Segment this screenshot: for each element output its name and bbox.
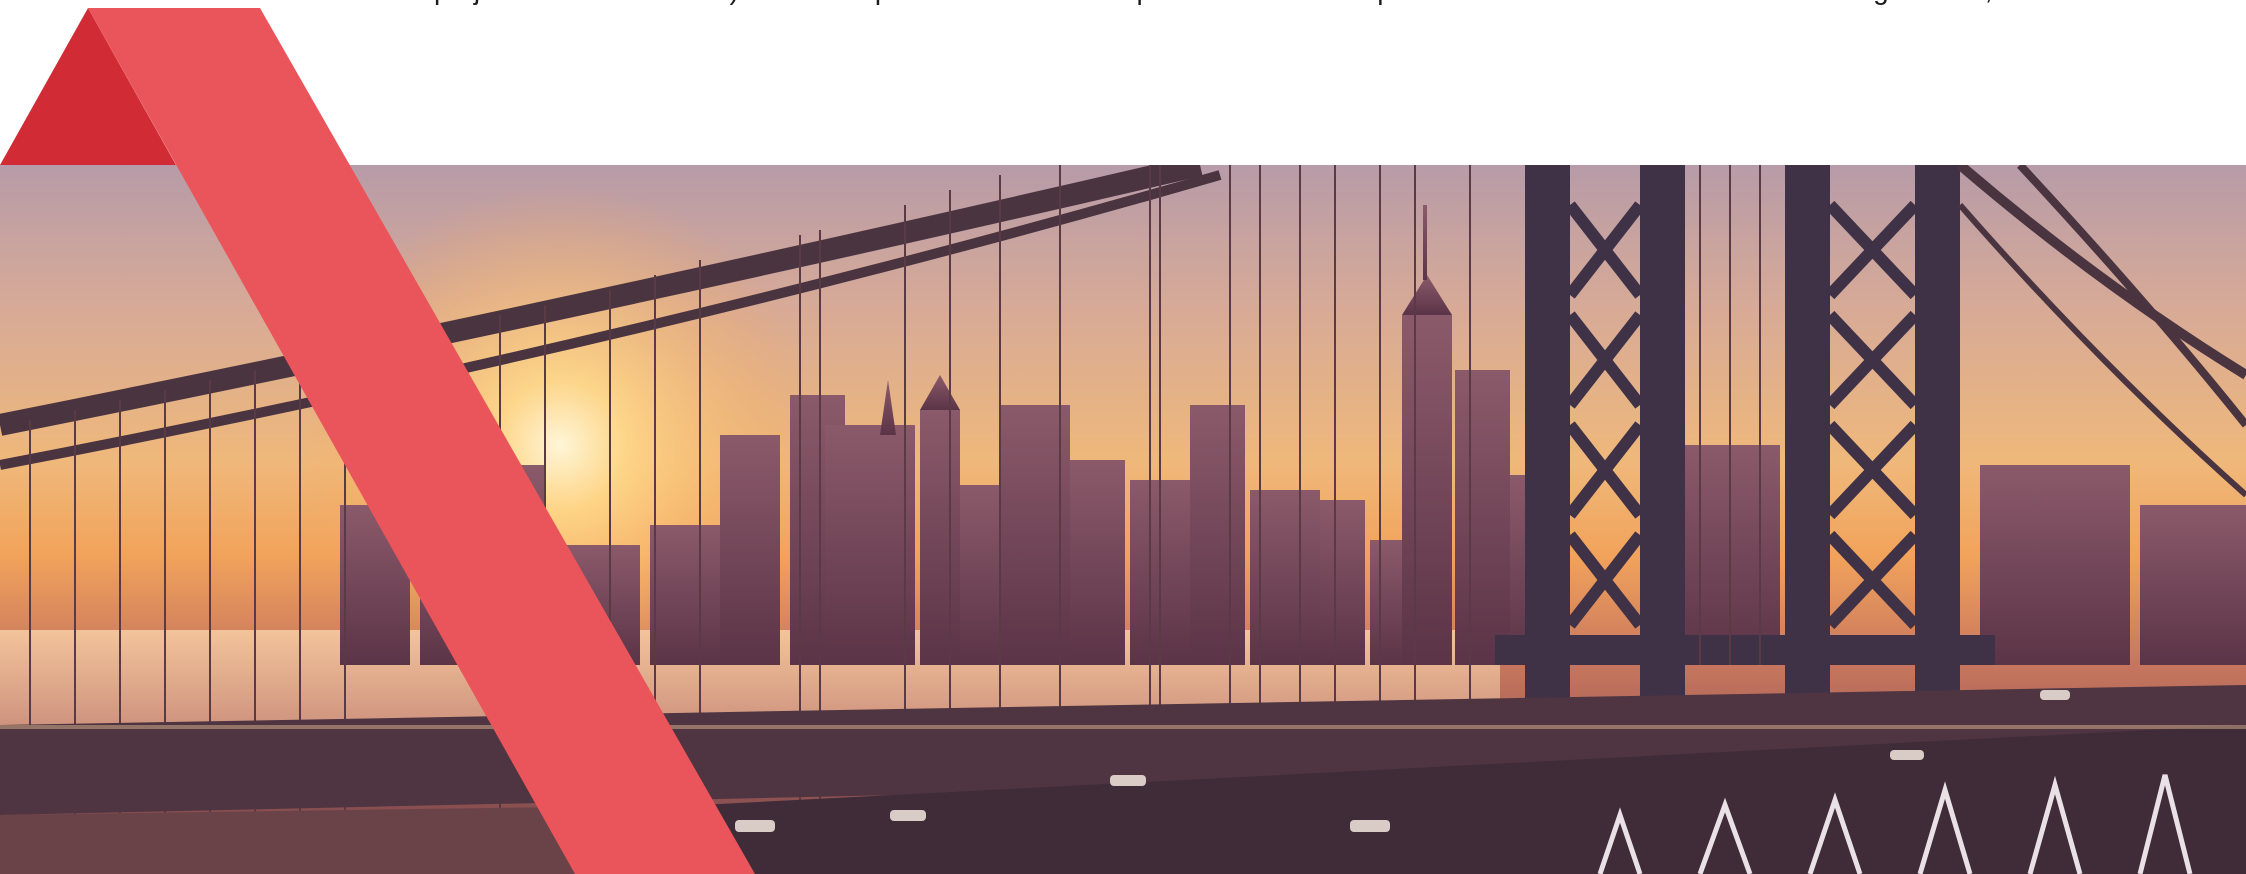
- intro-right-column: competition website for more details abo…: [1325, 0, 2205, 165]
- intro-left-line: projects without consent) will be disqua…: [434, 0, 1294, 14]
- hero-skyline-bridge-illustration: [0, 165, 2246, 874]
- accent-dark-triangle: [0, 8, 176, 165]
- hero-photo: [0, 165, 2246, 874]
- intro-left-column: projects without consent) will be disqua…: [434, 0, 1294, 165]
- intro-right-line: competition website for more details abo…: [1325, 0, 2205, 14]
